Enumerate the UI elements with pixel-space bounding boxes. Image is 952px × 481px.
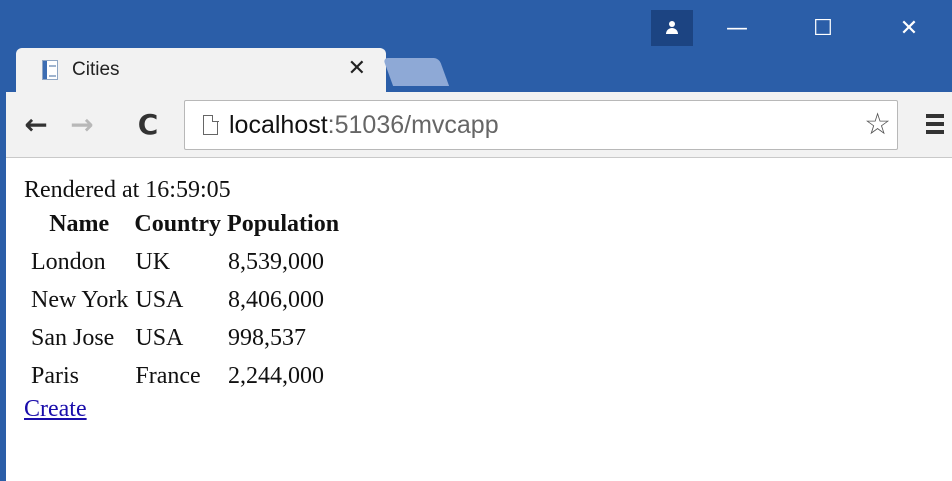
close-window-button[interactable]: ✕ (866, 0, 952, 56)
cell-country: USA (135, 324, 184, 351)
new-tab-button[interactable] (382, 58, 450, 86)
bookmark-star-icon[interactable]: ☆ (864, 107, 891, 142)
cell-population: 998,537 (228, 324, 307, 351)
cell-country: France (135, 362, 201, 389)
minimize-button[interactable]: — (694, 0, 780, 56)
cell-population: 8,406,000 (228, 286, 325, 313)
url-path: :51036/mvcapp (327, 111, 499, 139)
menu-icon[interactable] (926, 114, 944, 134)
tab-close-icon[interactable]: ✕ (348, 56, 366, 81)
window-controls: — ☐ ✕ (694, 0, 952, 56)
column-header-population: Population (227, 210, 340, 237)
table-row: New York USA 8,406,000 (28, 282, 341, 318)
url-host: localhost (229, 111, 328, 139)
cell-country: USA (135, 286, 184, 313)
address-bar[interactable]: localhost:51036/mvcapp ☆ (184, 100, 898, 150)
page-info-icon[interactable] (203, 114, 219, 135)
page-content: Rendered at 16:59:05 Name Country Popula… (24, 170, 924, 423)
cell-population: 2,244,000 (228, 362, 325, 389)
tab-title: Cities (72, 59, 120, 80)
cities-table: Name Country Population London UK 8,539,… (26, 204, 343, 396)
table-header-row: Name Country Population (28, 206, 341, 242)
cell-country: UK (135, 248, 171, 275)
back-button[interactable]: ← (18, 106, 54, 142)
cell-name: San Jose (31, 324, 115, 351)
page-favicon-icon (42, 60, 58, 80)
tab-cities[interactable]: Cities ✕ (16, 48, 386, 92)
table-row: San Jose USA 998,537 (28, 320, 341, 356)
profile-button[interactable] (651, 10, 693, 46)
cell-population: 8,539,000 (228, 248, 325, 275)
cell-name: New York (31, 286, 129, 313)
rendered-timestamp: Rendered at 16:59:05 (24, 177, 231, 203)
forward-button[interactable]: → (64, 106, 100, 142)
browser-toolbar: ← → C localhost:51036/mvcapp ☆ (6, 92, 952, 158)
maximize-button[interactable]: ☐ (780, 0, 866, 56)
url-text: localhost:51036/mvcapp (229, 111, 499, 140)
column-header-name: Name (49, 210, 110, 237)
column-header-country: Country (134, 210, 222, 237)
table-row: London UK 8,539,000 (28, 244, 341, 280)
user-icon (665, 21, 679, 35)
create-link[interactable]: Create (24, 396, 87, 423)
table-row: Paris France 2,244,000 (28, 358, 341, 394)
cell-name: London (31, 248, 106, 275)
cell-name: Paris (31, 362, 79, 389)
reload-button[interactable]: C (130, 106, 166, 142)
